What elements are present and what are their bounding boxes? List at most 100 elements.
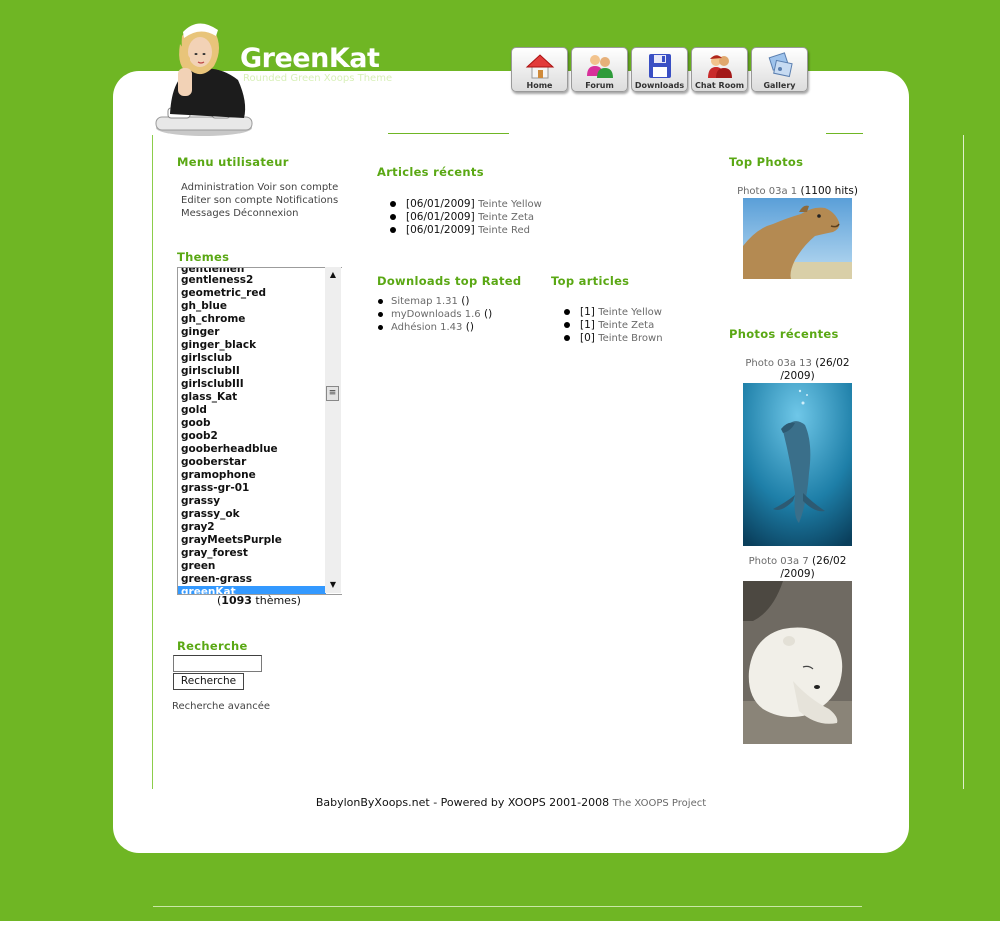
- theme-option[interactable]: gh_chrome: [178, 313, 326, 326]
- theme-option[interactable]: girlsclubIII: [178, 378, 326, 391]
- photo-date: /2009): [780, 370, 815, 382]
- theme-count: (1093 thèmes): [177, 594, 341, 607]
- scroll-down-arrow-icon[interactable]: ▼: [325, 578, 341, 592]
- theme-option[interactable]: gentleness2: [178, 274, 326, 287]
- theme-option[interactable]: gooberstar: [178, 456, 326, 469]
- download-link[interactable]: myDownloads 1.6: [391, 309, 481, 320]
- site-name: GreenKat: [240, 43, 380, 74]
- article-link[interactable]: Teinte Yellow: [598, 307, 662, 318]
- theme-option[interactable]: green: [178, 560, 326, 573]
- article-link[interactable]: Teinte Red: [478, 225, 530, 236]
- nav-downloads-button[interactable]: Downloads: [631, 47, 688, 92]
- nav-home-label: Home: [526, 81, 553, 90]
- theme-option[interactable]: gray_forest: [178, 547, 326, 560]
- article-date: [06/01/2009]: [406, 211, 475, 223]
- nav-gallery-label: Gallery: [763, 81, 796, 90]
- menu-link-administration[interactable]: Administration: [181, 182, 254, 193]
- download-link[interactable]: Sitemap 1.31: [391, 296, 458, 307]
- theme-option[interactable]: ginger: [178, 326, 326, 339]
- left-column-border: [152, 135, 153, 789]
- user-menu-title: Menu utilisateur: [177, 155, 289, 169]
- advanced-search-link[interactable]: Recherche avancée: [172, 701, 270, 712]
- article-link[interactable]: Teinte Yellow: [478, 199, 542, 210]
- article-count: [1]: [580, 319, 595, 331]
- theme-list-scrollbar[interactable]: ▲ ≡ ▼: [325, 267, 341, 593]
- theme-option[interactable]: grassy_ok: [178, 508, 326, 521]
- scroll-thumb[interactable]: ≡: [326, 386, 339, 401]
- camel-photo[interactable]: [743, 198, 852, 279]
- footer-xoops-link[interactable]: The XOOPS Project: [613, 798, 707, 809]
- right-edge-border: [963, 135, 964, 789]
- article-count: [0]: [580, 332, 595, 344]
- top-articles-title: Top articles: [551, 274, 630, 288]
- article-count: [1]: [580, 306, 595, 318]
- download-rating: (): [461, 295, 470, 307]
- nav-gallery-button[interactable]: Gallery: [751, 47, 808, 92]
- top-photo-caption: Photo 03a 1 (1100 hits): [720, 185, 875, 198]
- nav-home-button[interactable]: Home: [511, 47, 568, 92]
- floppy-disk-icon: [648, 54, 671, 78]
- scroll-up-arrow-icon[interactable]: ▲: [325, 268, 341, 282]
- chat-people-icon: [707, 55, 732, 78]
- recent-photo-caption: Photo 03a 7 (26/02/2009): [735, 555, 860, 581]
- menu-link-logout[interactable]: Déconnexion: [233, 208, 298, 219]
- article-link[interactable]: Teinte Zeta: [478, 212, 534, 223]
- list-item: Adhésion 1.43 (): [377, 321, 492, 334]
- header-divider-right: [826, 133, 863, 134]
- theme-select-list[interactable]: gentlemen gentleness2 geometric_red gh_blu…: [177, 267, 342, 595]
- theme-option[interactable]: geometric_red: [178, 287, 326, 300]
- nav-chat-room-button[interactable]: Chat Room: [691, 47, 748, 92]
- theme-option[interactable]: goob: [178, 417, 326, 430]
- theme-option[interactable]: grayMeetsPurple: [178, 534, 326, 547]
- theme-option[interactable]: glass_Kat: [178, 391, 326, 404]
- polar-bear-photo[interactable]: [743, 581, 852, 744]
- theme-count-suffix: thèmes): [251, 594, 301, 607]
- site-slogan: Rounded Green Xoops Theme: [243, 73, 393, 84]
- menu-link-view-account[interactable]: Voir son compte: [257, 182, 338, 193]
- theme-option[interactable]: grassy: [178, 495, 326, 508]
- theme-option[interactable]: gramophone: [178, 469, 326, 482]
- top-photos-title: Top Photos: [729, 155, 804, 169]
- search-input[interactable]: [173, 655, 262, 672]
- nav-downloads-label: Downloads: [634, 81, 685, 90]
- list-item: [06/01/2009] Teinte Zeta: [386, 211, 542, 224]
- menu-link-messages[interactable]: Messages: [181, 208, 230, 219]
- theme-option[interactable]: green-grass: [178, 573, 326, 586]
- article-date: [06/01/2009]: [406, 198, 475, 210]
- photo-hits: (1100 hits): [800, 185, 858, 197]
- menu-link-notifications[interactable]: Notifications: [276, 195, 339, 206]
- theme-option[interactable]: girlsclub: [178, 352, 326, 365]
- theme-options: gentlemen gentleness2 geometric_red gh_blu…: [178, 268, 326, 594]
- photo-date: (26/02: [815, 357, 850, 369]
- theme-option[interactable]: gold: [178, 404, 326, 417]
- search-button[interactable]: Recherche: [173, 673, 244, 690]
- photo-link[interactable]: Photo 03a 7: [749, 556, 809, 567]
- nav-forum-button[interactable]: Forum: [571, 47, 628, 92]
- menu-link-edit-account[interactable]: Editer son compte: [181, 195, 272, 206]
- main-nav: Home Forum Downloads Chat Room Gallery: [511, 47, 808, 92]
- theme-option[interactable]: gh_blue: [178, 300, 326, 313]
- users-icon: [586, 55, 613, 78]
- downloads-top-rated-list: Sitemap 1.31 () myDownloads 1.6 () Adhés…: [377, 295, 492, 334]
- dolphin-photo[interactable]: [743, 383, 852, 546]
- user-menu-links: Administration Voir son compte Editer so…: [181, 181, 346, 220]
- nav-forum-label: Forum: [585, 81, 614, 90]
- downloads-top-rated-title: Downloads top Rated: [377, 274, 522, 288]
- theme-option[interactable]: grass-gr-01: [178, 482, 326, 495]
- theme-option[interactable]: ginger_black: [178, 339, 326, 352]
- recent-articles-list: [06/01/2009] Teinte Yellow [06/01/2009] …: [386, 198, 542, 237]
- article-link[interactable]: Teinte Brown: [598, 333, 662, 344]
- house-icon: [525, 54, 554, 79]
- theme-option[interactable]: goob2: [178, 430, 326, 443]
- article-link[interactable]: Teinte Zeta: [598, 320, 654, 331]
- bottom-strip: [0, 921, 1000, 928]
- mascot-girl-image: [155, 23, 253, 136]
- footer-text: BabylonByXoops.net - Powered by XOOPS 20…: [315, 796, 610, 809]
- photo-link[interactable]: Photo 03a 1: [737, 186, 797, 197]
- photo-link[interactable]: Photo 03a 13: [745, 358, 811, 369]
- theme-option[interactable]: girlsclubII: [178, 365, 326, 378]
- download-link[interactable]: Adhésion 1.43: [391, 322, 462, 333]
- theme-option[interactable]: gray2: [178, 521, 326, 534]
- list-item: [06/01/2009] Teinte Red: [386, 224, 542, 237]
- theme-option[interactable]: gooberheadblue: [178, 443, 326, 456]
